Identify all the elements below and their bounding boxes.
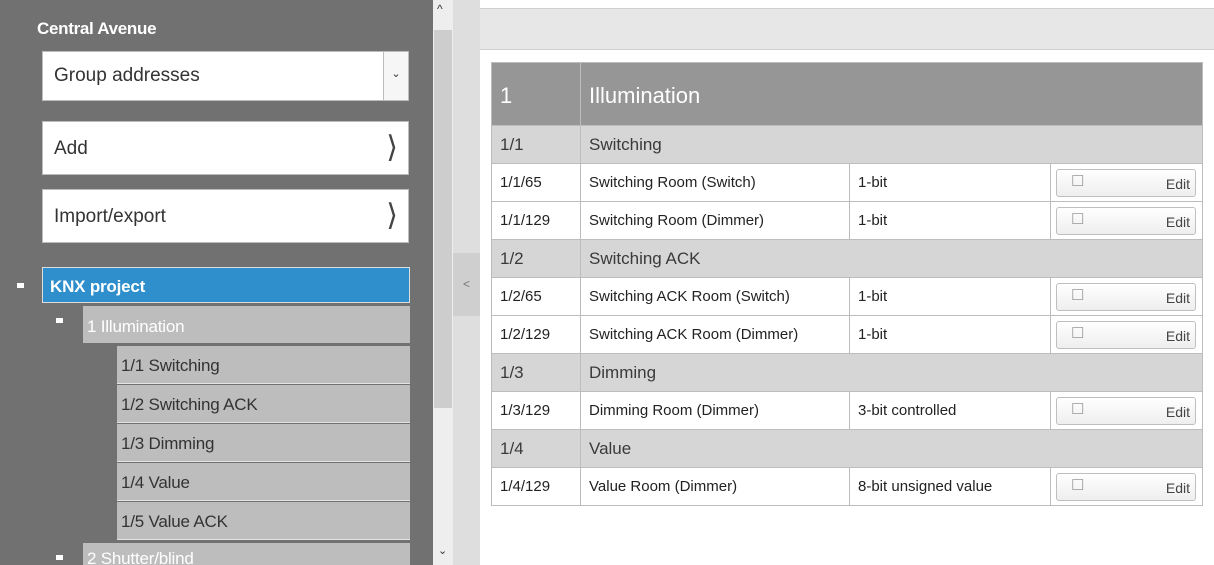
scroll-up-icon[interactable]: ^	[437, 2, 443, 16]
edit-cell: ☐ Edit	[1050, 201, 1203, 240]
scroll-thumb[interactable]	[434, 30, 452, 408]
site-title: Central Avenue	[37, 19, 157, 38]
middle-group-id: 1/2	[491, 239, 581, 278]
view-select-value: Group addresses	[54, 65, 200, 86]
middle-group-row: 1/1 Switching	[491, 125, 1203, 164]
middle-group-row: 1/4 Value	[491, 429, 1203, 468]
middle-group-name: Dimming	[580, 353, 1203, 392]
pencil-icon: ☐	[1071, 400, 1085, 418]
group-address: 1/4/129	[491, 467, 581, 506]
main-group-id: 1	[491, 62, 581, 126]
top-bar	[480, 8, 1214, 50]
data-type: 1-bit	[849, 277, 1051, 316]
group-address: 1/1/65	[491, 163, 581, 202]
sidebar: Central Avenue Group addresses ⌄ Add ⟩ I…	[0, 0, 433, 565]
address-name: Switching ACK Room (Switch)	[580, 277, 850, 316]
group-address-table: 1 Illumination 1/1 Switching 1/1/65 Switching…	[491, 62, 1203, 506]
group-address: 1/2/129	[491, 315, 581, 354]
pencil-icon: ☐	[1071, 324, 1085, 342]
edit-cell: ☐ Edit	[1050, 163, 1203, 202]
data-type: 1-bit	[849, 201, 1051, 240]
edit-cell: ☐ Edit	[1050, 391, 1203, 430]
sidebar-scrollbar[interactable]: ^ ⌄	[433, 0, 453, 565]
edit-cell: ☐ Edit	[1050, 467, 1203, 506]
table-row: 1/3/129 Dimming Room (Dimmer) 3-bit contro…	[491, 391, 1203, 430]
scroll-down-icon[interactable]: ⌄	[438, 544, 447, 557]
tree-item-dimming[interactable]: 1/3 Dimming	[117, 424, 410, 462]
data-type: 3-bit controlled	[849, 391, 1051, 430]
table-row: 1/4/129 Value Room (Dimmer) 8-bit unsigned…	[491, 467, 1203, 506]
data-type: 1-bit	[849, 315, 1051, 354]
address-name: Dimming Room (Dimmer)	[580, 391, 850, 430]
table-row: 1/2/65 Switching ACK Room (Switch) 1-bit ☐ E…	[491, 277, 1203, 316]
pencil-icon: ☐	[1071, 476, 1085, 494]
table-row: 1/1/129 Switching Room (Dimmer) 1-bit ☐ Edit	[491, 201, 1203, 240]
edit-button[interactable]: ☐ Edit	[1056, 396, 1196, 425]
tree-item-value[interactable]: 1/4 Value	[117, 463, 410, 501]
table-row: 1/1/65 Switching Room (Switch) 1-bit ☐ Edit	[491, 163, 1203, 202]
tree-item-switching[interactable]: 1/1 Switching	[117, 346, 410, 384]
group-address: 1/2/65	[491, 277, 581, 316]
tree-item-value-ack[interactable]: 1/5 Value ACK	[117, 502, 410, 540]
sidebar-collapse-strip: <	[453, 0, 480, 565]
tree-item-group-shutter-blind[interactable]: 2 Shutter/blind	[83, 543, 410, 565]
main-group-name: Illumination	[580, 62, 1203, 126]
import-export-button[interactable]: Import/export ⟩	[42, 189, 409, 243]
middle-group-row: 1/3 Dimming	[491, 353, 1203, 392]
table-row: 1/2/129 Switching ACK Room (Dimmer) 1-bit ☐…	[491, 315, 1203, 354]
edit-button[interactable]: ☐ Edit	[1056, 168, 1196, 197]
tree-item-group-illumination[interactable]: 1 Illumination	[83, 306, 410, 343]
collapse-icon[interactable]	[56, 318, 63, 323]
tree-item-switching-ack[interactable]: 1/2 Switching ACK	[117, 385, 410, 423]
chevron-right-icon: ⟩	[386, 130, 398, 165]
address-name: Switching ACK Room (Dimmer)	[580, 315, 850, 354]
edit-label: Edit	[1165, 403, 1190, 420]
group-address: 1/1/129	[491, 201, 581, 240]
edit-button[interactable]: ☐ Edit	[1056, 206, 1196, 235]
tree-item-knx-project[interactable]: KNX project	[42, 267, 410, 303]
edit-label: Edit	[1165, 479, 1190, 496]
edit-button[interactable]: ☐ Edit	[1056, 472, 1196, 501]
middle-group-name: Value	[580, 429, 1203, 468]
main-group-row: 1 Illumination	[491, 62, 1203, 126]
group-address: 1/3/129	[491, 391, 581, 430]
chevron-right-icon: ⟩	[386, 198, 398, 233]
middle-group-row: 1/2 Switching ACK	[491, 239, 1203, 278]
edit-label: Edit	[1165, 175, 1190, 192]
chevron-down-icon[interactable]: ⌄	[383, 52, 408, 100]
add-label: Add	[54, 138, 88, 159]
middle-group-name: Switching	[580, 125, 1203, 164]
edit-button[interactable]: ☐ Edit	[1056, 320, 1196, 349]
middle-group-name: Switching ACK	[580, 239, 1203, 278]
edit-label: Edit	[1165, 213, 1190, 230]
data-type: 8-bit unsigned value	[849, 467, 1051, 506]
edit-label: Edit	[1165, 327, 1190, 344]
collapse-icon[interactable]	[56, 555, 63, 560]
pencil-icon: ☐	[1071, 172, 1085, 190]
middle-group-id: 1/1	[491, 125, 581, 164]
import-export-label: Import/export	[54, 206, 166, 227]
pencil-icon: ☐	[1071, 286, 1085, 304]
collapse-icon[interactable]	[17, 283, 24, 288]
middle-group-id: 1/4	[491, 429, 581, 468]
collapse-sidebar-button[interactable]: <	[453, 253, 480, 316]
address-name: Value Room (Dimmer)	[580, 467, 850, 506]
edit-cell: ☐ Edit	[1050, 277, 1203, 316]
view-select[interactable]: Group addresses ⌄	[42, 51, 409, 101]
add-button[interactable]: Add ⟩	[42, 121, 409, 175]
edit-label: Edit	[1165, 289, 1190, 306]
middle-group-id: 1/3	[491, 353, 581, 392]
data-type: 1-bit	[849, 163, 1051, 202]
pencil-icon: ☐	[1071, 210, 1085, 228]
address-name: Switching Room (Switch)	[580, 163, 850, 202]
edit-cell: ☐ Edit	[1050, 315, 1203, 354]
address-name: Switching Room (Dimmer)	[580, 201, 850, 240]
edit-button[interactable]: ☐ Edit	[1056, 282, 1196, 311]
